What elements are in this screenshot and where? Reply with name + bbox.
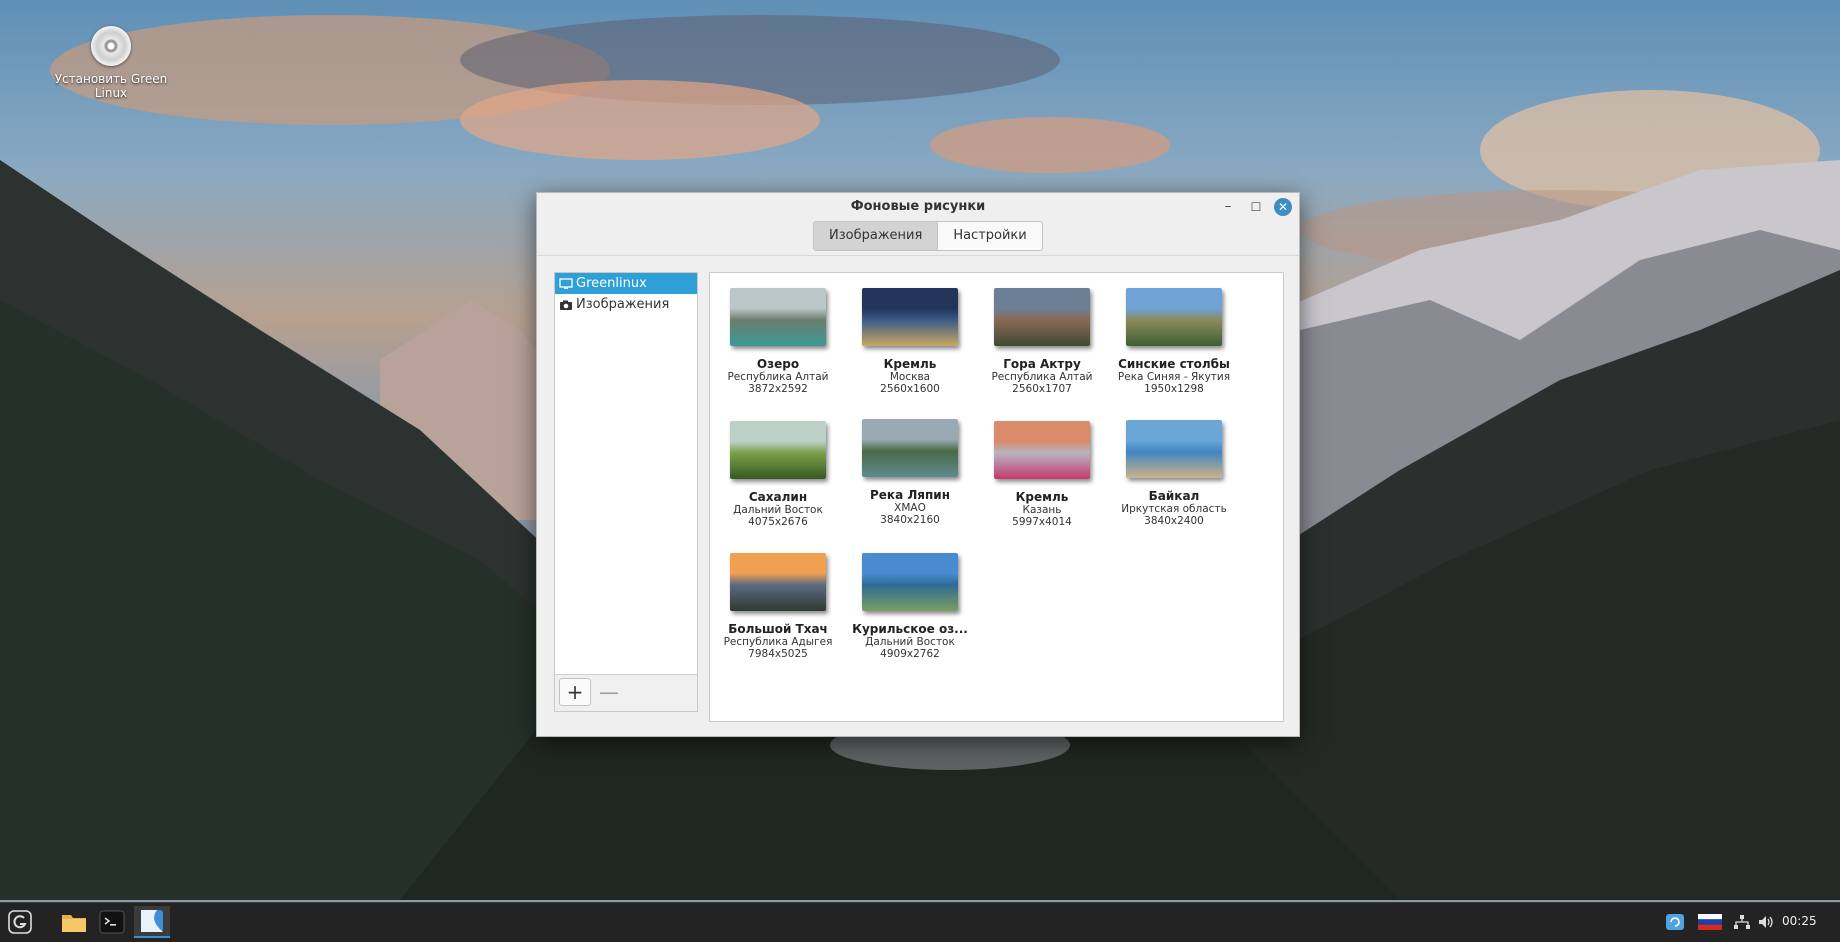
window-title: Фоновые рисунки — [850, 199, 986, 214]
wallpaper-resolution: 7984x5025 — [748, 648, 808, 660]
wallpaper-location: ХМАО — [894, 502, 926, 514]
wallpaper-thumbnail — [862, 419, 958, 477]
wallpaper-location: Республика Алтай — [727, 371, 829, 383]
wallpaper-location: Москва — [889, 371, 931, 383]
wallpaper-name: Кремль — [883, 357, 937, 371]
wallpaper-thumbnail — [730, 421, 826, 479]
wallpaper-resolution: 4075x2676 — [748, 516, 808, 528]
wallpaper-resolution: 2560x1707 — [1012, 383, 1072, 395]
wallpaper-item[interactable]: Озеро Республика Алтай 3872x2592 — [712, 288, 844, 395]
volume-icon[interactable] — [1755, 912, 1777, 932]
wallpaper-item[interactable]: Река Ляпин ХМАО 3840x2160 — [844, 419, 976, 526]
maximize-button[interactable]: ☐ — [1246, 197, 1266, 217]
wallpaper-thumbnail — [862, 553, 958, 611]
clock[interactable]: 00:25 — [1782, 914, 1817, 928]
network-icon[interactable] — [1731, 912, 1753, 932]
wallpaper-thumbnail — [730, 288, 826, 346]
wallpaper-name: Синские столбы — [1118, 357, 1230, 371]
terminal-icon[interactable] — [96, 906, 128, 938]
wallpaper-name: Курильское оз... — [852, 622, 968, 636]
wallpaper-resolution: 2560x1600 — [880, 383, 940, 395]
wallpaper-location: Казань — [1022, 504, 1062, 516]
wallpaper-thumbnail — [862, 288, 958, 346]
wallpaper-item[interactable]: Байкал Иркутская область 3840x2400 — [1108, 420, 1240, 527]
wallpaper-name: Гора Актру — [1003, 357, 1081, 371]
desktop-icon-label: Установить Green Linux — [54, 72, 168, 100]
tab-settings[interactable]: Настройки — [938, 222, 1041, 250]
folder-icon[interactable] — [58, 906, 90, 938]
wallpaper-resolution: 4909x2762 — [880, 648, 940, 660]
collections-sidebar: Greenlinux Изображения + — — [554, 272, 698, 712]
add-button[interactable]: + — [559, 678, 591, 706]
wallpaper-resolution: 1950x1298 — [1144, 383, 1204, 395]
camera-icon — [558, 298, 573, 312]
wallpaper-name: Озеро — [756, 357, 800, 371]
taskbar: 00:25 — [0, 902, 1840, 942]
sidebar-item-images[interactable]: Изображения — [555, 294, 697, 315]
wallpaper-resolution: 3840x2160 — [880, 514, 940, 526]
sidebar-item-label: Greenlinux — [576, 276, 647, 291]
sidebar-item-label: Изображения — [576, 297, 670, 312]
wallpaper-thumbnail — [994, 288, 1090, 346]
wallpaper-grid: Озеро Республика Алтай 3872x2592 Кремль … — [709, 272, 1284, 722]
greenlinux-menu-icon[interactable] — [4, 906, 36, 938]
wallpaper-location: Иркутская область — [1121, 503, 1227, 515]
sidebar-toolbar: + — — [555, 674, 697, 711]
wallpaper-item[interactable]: Кремль Казань 5997x4014 — [976, 421, 1108, 528]
wallpaper-location: Республика Адыгея — [723, 636, 833, 648]
wallpaper-location: Республика Алтай — [991, 371, 1093, 383]
sidebar-item-greenlinux[interactable]: Greenlinux — [555, 273, 697, 294]
wallpaper-item[interactable]: Сахалин Дальний Восток 4075x2676 — [712, 421, 844, 528]
wallpapers-window: Фоновые рисунки – ☐ ✕ Изображения Настро… — [536, 192, 1300, 737]
monitor-icon — [558, 277, 573, 291]
wallpaper-name: Большой Тхач — [728, 622, 828, 636]
wallpaper-item[interactable]: Курильское оз... Дальний Восток 4909x276… — [844, 553, 976, 660]
wallpaper-item[interactable]: Кремль Москва 2560x1600 — [844, 288, 976, 395]
wallpaper-location: Река Синяя - Якутия — [1117, 371, 1231, 383]
close-button[interactable]: ✕ — [1274, 198, 1292, 216]
wallpaper-app-icon[interactable] — [134, 906, 170, 938]
wallpaper-thumbnail — [994, 421, 1090, 479]
wallpaper-name: Река Ляпин — [869, 488, 950, 502]
wallpaper-name: Кремль — [1015, 490, 1069, 504]
disc-icon — [91, 26, 131, 66]
wallpaper-resolution: 3840x2400 — [1144, 515, 1204, 527]
wallpaper-location: Дальний Восток — [733, 504, 823, 516]
wallpaper-item[interactable]: Большой Тхач Республика Адыгея 7984x5025 — [712, 553, 844, 660]
wallpaper-item[interactable]: Синские столбы Река Синяя - Якутия 1950x… — [1108, 288, 1240, 395]
wallpaper-name: Байкал — [1148, 489, 1200, 503]
wallpaper-resolution: 3872x2592 — [748, 383, 808, 395]
wallpaper-location: Дальний Восток — [865, 636, 955, 648]
window-titlebar[interactable]: Фоновые рисунки – ☐ ✕ — [537, 193, 1299, 221]
wallpaper-thumbnail — [730, 553, 826, 611]
wallpaper-thumbnail — [1126, 288, 1222, 346]
wallpaper-name: Сахалин — [748, 490, 808, 504]
minimize-button[interactable]: – — [1218, 197, 1238, 217]
install-green-linux-icon[interactable]: Установить Green Linux — [54, 26, 168, 100]
remove-button[interactable]: — — [593, 678, 625, 706]
update-icon[interactable] — [1663, 912, 1687, 932]
wallpaper-item[interactable]: Гора Актру Республика Алтай 2560x1707 — [976, 288, 1108, 395]
tab-bar: Изображения Настройки — [813, 221, 1043, 251]
wallpaper-thumbnail — [1126, 420, 1222, 478]
wallpaper-resolution: 5997x4014 — [1012, 516, 1072, 528]
tab-images[interactable]: Изображения — [814, 222, 939, 250]
divider — [537, 255, 1299, 256]
russian-flag-icon[interactable] — [1697, 912, 1723, 932]
